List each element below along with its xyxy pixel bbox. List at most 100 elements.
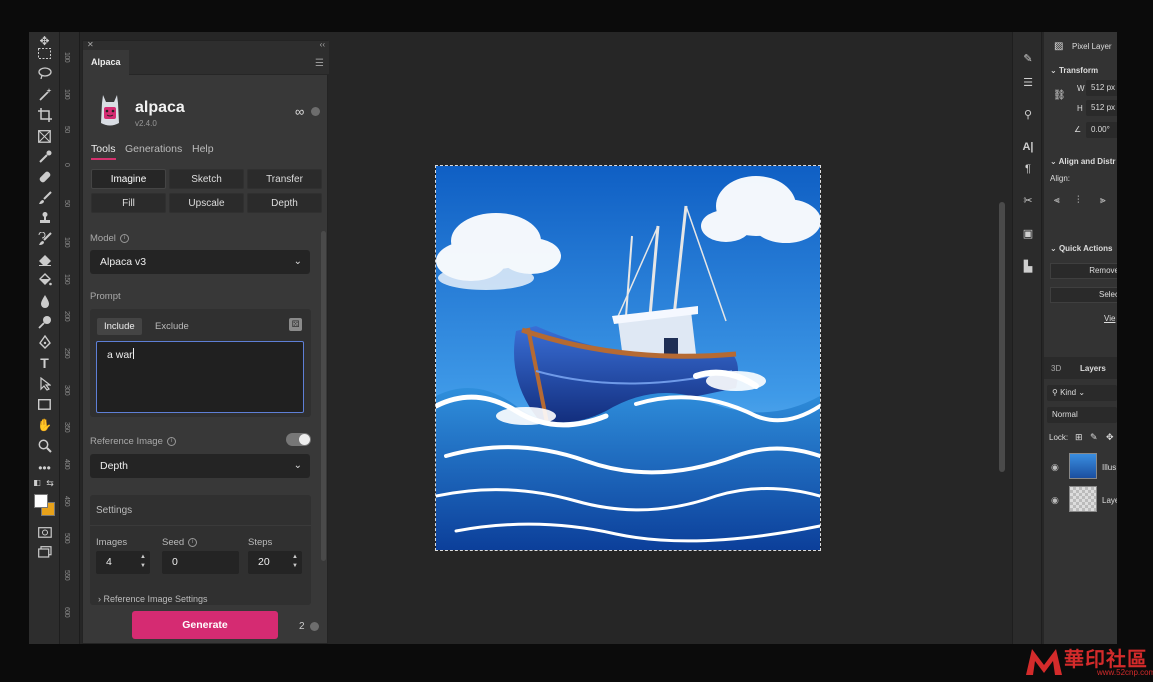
adjustments-icon[interactable]: ☰ bbox=[1020, 76, 1036, 90]
type-icon[interactable]: T bbox=[35, 355, 54, 371]
hand-icon[interactable]: ✋ bbox=[35, 417, 54, 433]
app-name: alpaca bbox=[135, 99, 185, 116]
select-subject-button[interactable]: Selec bbox=[1050, 287, 1117, 303]
images-stepper[interactable]: ▲ ▼ bbox=[138, 553, 148, 571]
more-icon[interactable]: ••• bbox=[35, 460, 54, 476]
info-icon[interactable]: i bbox=[119, 233, 129, 243]
mode-transfer-button[interactable]: Transfer bbox=[247, 169, 322, 189]
info-icon[interactable]: i bbox=[188, 537, 198, 547]
tab-layers[interactable]: Layers bbox=[1080, 364, 1106, 373]
reference-image-toggle[interactable] bbox=[286, 433, 311, 446]
tab-help[interactable]: Help bbox=[192, 143, 214, 155]
zoom-icon[interactable] bbox=[35, 438, 54, 454]
height-field[interactable]: 512 px bbox=[1086, 100, 1117, 116]
info-icon[interactable]: i bbox=[166, 436, 176, 446]
prompt-exclude-toggle[interactable]: Exclude bbox=[148, 318, 196, 335]
foreground-color-swatch[interactable] bbox=[34, 494, 48, 508]
width-field[interactable]: 512 px bbox=[1086, 80, 1117, 96]
photoshop-window: ✥ T ✋ ••• ◧ ⇆ 100 100 50 0 50 100 150 20… bbox=[29, 32, 1117, 644]
align-title[interactable]: ⌄ Align and Distr bbox=[1050, 157, 1116, 166]
brush-settings-icon[interactable]: ✎ bbox=[1020, 52, 1036, 66]
reference-type-select[interactable]: Depth ⌄ bbox=[90, 454, 310, 478]
canvas-artwork-boat[interactable] bbox=[435, 165, 821, 551]
ruler-tick-label: 250 bbox=[63, 348, 70, 359]
plugin-icon[interactable]: ▙ bbox=[1020, 260, 1036, 274]
frame-icon[interactable] bbox=[35, 128, 54, 144]
visibility-eye-icon[interactable]: ◉ bbox=[1051, 462, 1059, 473]
visibility-eye-icon[interactable]: ◉ bbox=[1051, 495, 1059, 506]
align-center-icon[interactable]: ⫶ bbox=[1077, 195, 1080, 206]
reference-image-settings-expander[interactable]: › Reference Image Settings bbox=[98, 594, 208, 604]
layer-kind-filter[interactable]: ⚲ Kind ⌄ bbox=[1047, 385, 1117, 401]
history-brush-icon[interactable] bbox=[35, 231, 54, 247]
panel-menu-icon[interactable]: ☰ bbox=[315, 58, 324, 69]
transform-title[interactable]: ⌄ Transform bbox=[1050, 66, 1098, 75]
stamp-icon[interactable] bbox=[35, 210, 54, 226]
align-left-icon[interactable]: ⫷ bbox=[1054, 195, 1060, 206]
canvas-area[interactable] bbox=[329, 32, 997, 644]
mode-fill-button[interactable]: Fill bbox=[91, 193, 166, 213]
eyedropper-icon[interactable] bbox=[35, 149, 54, 165]
app-version: v2.4.0 bbox=[135, 119, 157, 128]
seed-field[interactable]: 0 bbox=[162, 551, 239, 574]
panel-scrollbar[interactable] bbox=[321, 231, 326, 561]
screen-mode-icon[interactable] bbox=[35, 544, 54, 560]
brush-icon[interactable] bbox=[35, 190, 54, 206]
close-icon[interactable]: ✕ bbox=[87, 40, 94, 49]
tab-tools[interactable]: Tools bbox=[91, 143, 116, 160]
lock-transparency-icon[interactable]: ⊞ bbox=[1075, 432, 1083, 443]
lock-paint-icon[interactable]: ✎ bbox=[1090, 432, 1098, 443]
height-label: H bbox=[1077, 104, 1083, 113]
marquee-icon[interactable] bbox=[35, 45, 54, 61]
angle-icon: ∠ bbox=[1074, 125, 1082, 134]
tab-3d[interactable]: 3D bbox=[1051, 364, 1061, 373]
blend-mode-select[interactable]: Normal bbox=[1047, 407, 1117, 423]
link-icon[interactable]: ⛓ bbox=[1053, 90, 1066, 101]
ruler-tick-label: 450 bbox=[63, 496, 70, 507]
alpaca-logo-icon bbox=[101, 95, 119, 126]
lock-position-icon[interactable]: ✥ bbox=[1106, 432, 1114, 443]
credit-coin-icon bbox=[311, 107, 320, 116]
remove-background-button[interactable]: Remove bbox=[1050, 263, 1117, 279]
clone-source-icon[interactable]: ⚲ bbox=[1020, 108, 1036, 122]
healing-brush-icon[interactable] bbox=[35, 169, 54, 185]
crop-icon[interactable] bbox=[35, 107, 54, 123]
alpaca-plugin-panel: ✕ ‹‹ Alpaca ☰ alpaca v2.4.0 ∞ Tools Gene… bbox=[82, 40, 329, 644]
dodge-icon[interactable] bbox=[35, 314, 54, 330]
collapse-icon[interactable]: ‹‹ bbox=[320, 40, 325, 49]
quick-mask-icon[interactable] bbox=[35, 524, 54, 540]
paint-bucket-icon[interactable] bbox=[35, 272, 54, 288]
mode-sketch-button[interactable]: Sketch bbox=[169, 169, 244, 189]
panel-tab-alpaca[interactable]: Alpaca bbox=[83, 50, 129, 75]
angle-field[interactable]: 0.00° bbox=[1086, 122, 1117, 138]
magic-wand-icon[interactable] bbox=[35, 86, 54, 102]
tools-icon[interactable]: ✂ bbox=[1020, 194, 1036, 208]
generate-button[interactable]: Generate bbox=[132, 611, 278, 639]
artboard-icon[interactable]: ▣ bbox=[1020, 227, 1036, 241]
prompt-include-toggle[interactable]: Include bbox=[97, 318, 142, 335]
default-colors-icon[interactable]: ◧ bbox=[32, 478, 42, 488]
pen-icon[interactable] bbox=[35, 334, 54, 350]
canvas-scrollbar[interactable] bbox=[999, 202, 1005, 472]
view-more-link[interactable]: Vie bbox=[1104, 314, 1115, 323]
prompt-textarea[interactable]: a war bbox=[96, 341, 304, 413]
swap-colors-icon[interactable]: ⇆ bbox=[45, 478, 55, 488]
rectangle-icon[interactable] bbox=[35, 396, 54, 412]
tab-generations[interactable]: Generations bbox=[125, 143, 182, 155]
panel-tabbar: Alpaca ☰ bbox=[83, 50, 329, 75]
quick-actions-title[interactable]: ⌄ Quick Actions bbox=[1050, 244, 1112, 253]
path-select-icon[interactable] bbox=[35, 376, 54, 392]
blur-icon[interactable] bbox=[35, 293, 54, 309]
align-right-icon[interactable]: ⫸ bbox=[1100, 195, 1106, 206]
eraser-icon[interactable] bbox=[35, 252, 54, 268]
character-icon[interactable]: A| bbox=[1020, 140, 1036, 154]
paragraph-icon[interactable]: ¶ bbox=[1020, 162, 1036, 176]
layer-thumbnail bbox=[1069, 453, 1097, 479]
mode-upscale-button[interactable]: Upscale bbox=[169, 193, 244, 213]
mode-imagine-button[interactable]: Imagine bbox=[91, 169, 166, 189]
model-select[interactable]: Alpaca v3 ⌄ bbox=[90, 250, 310, 274]
steps-stepper[interactable]: ▲ ▼ bbox=[290, 553, 300, 571]
lasso-icon[interactable] bbox=[35, 65, 54, 81]
dice-icon[interactable]: ⚄ bbox=[289, 318, 302, 331]
mode-depth-button[interactable]: Depth bbox=[247, 193, 322, 213]
